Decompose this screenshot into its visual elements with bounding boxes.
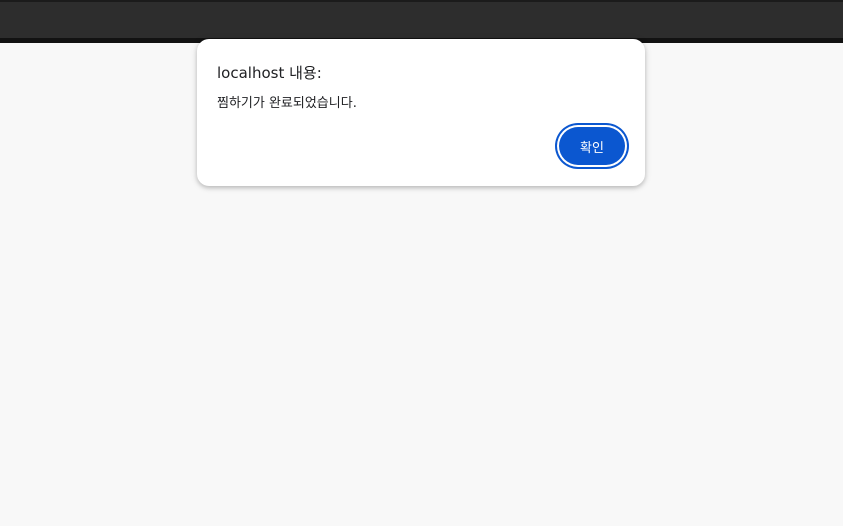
ok-button[interactable]: 확인 [559, 127, 625, 165]
dialog-title: localhost 내용: [217, 64, 322, 82]
browser-top-bar [0, 0, 843, 38]
alert-dialog: localhost 내용: 찜하기가 완료되었습니다. 확인 [197, 39, 645, 186]
dialog-message: 찜하기가 완료되었습니다. [217, 96, 357, 111]
